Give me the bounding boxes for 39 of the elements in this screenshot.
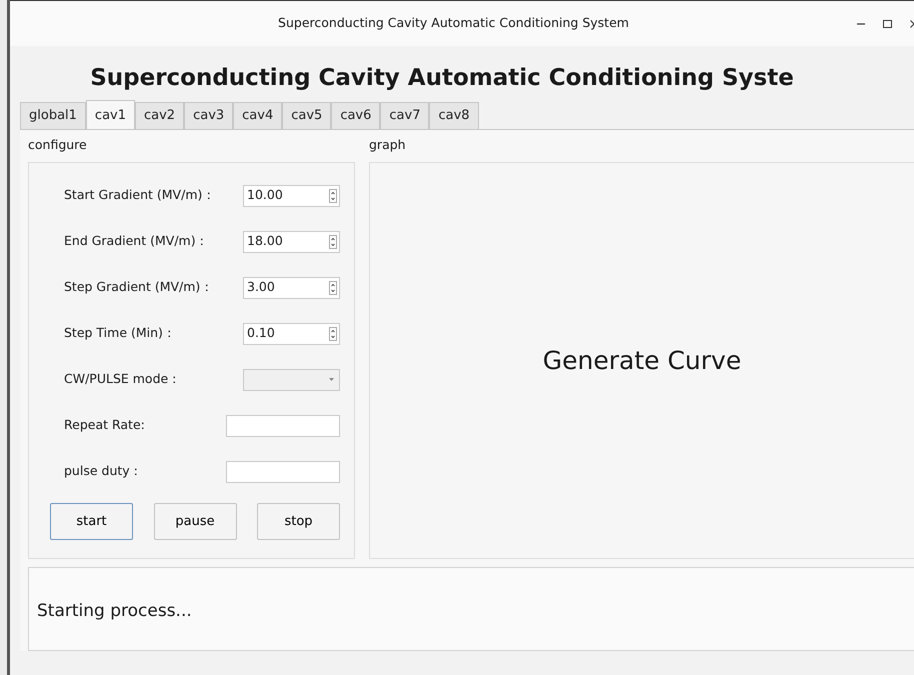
spin-arrows-icon[interactable] [329, 326, 337, 341]
field-label: CW/PULSE mode： [63, 370, 182, 388]
graph-caption: Generate Curve [542, 344, 742, 376]
action-button[interactable]: start [50, 502, 133, 540]
log-text: Starting process... [37, 600, 192, 623]
field-label: Step Time (Min)： [63, 324, 177, 342]
app-heading: Superconducting Cavity Automatic Conditioning Syste [89, 64, 795, 93]
spin-box[interactable]: 18.00 [243, 230, 340, 253]
group-label: configure [28, 136, 88, 154]
tab[interactable]: cav5 [282, 102, 332, 129]
tab[interactable]: cav3 [184, 102, 234, 129]
tab[interactable]: cav8 [429, 102, 479, 129]
caret-icon [329, 378, 334, 382]
action-button[interactable]: stop [257, 502, 340, 540]
minimize-icon[interactable] [857, 22, 865, 24]
maximize-icon[interactable] [883, 20, 892, 28]
group-label: graph [369, 136, 407, 154]
close-icon[interactable] [910, 20, 914, 28]
spin-box[interactable]: 3.00 [243, 276, 340, 299]
tab[interactable]: cav2 [135, 102, 184, 129]
field-label: Repeat Rate: [63, 416, 146, 434]
field-label: Start Gradient (MV/m)： [63, 186, 216, 204]
action-button[interactable]: pause [154, 502, 236, 540]
field-label: pulse duty： [63, 462, 144, 480]
input-field[interactable] [226, 414, 340, 437]
tab[interactable]: global1 [20, 102, 86, 129]
input-field[interactable] [226, 460, 340, 483]
spin-arrows-icon[interactable] [329, 234, 337, 249]
tab[interactable]: cav6 [331, 102, 380, 129]
window-title: Superconducting Cavity Automatic Conditioning System [277, 14, 630, 32]
spin-arrows-icon[interactable] [329, 188, 337, 203]
field-label: Step Gradient (MV/m)： [63, 278, 214, 296]
spin-arrows-icon[interactable] [329, 280, 337, 295]
tab[interactable]: cav4 [233, 102, 282, 129]
tab[interactable]: cav7 [380, 102, 430, 129]
spin-box[interactable]: 0.10 [243, 322, 340, 345]
tab[interactable]: cav1 [86, 100, 135, 129]
spin-box[interactable]: 10.00 [243, 184, 340, 207]
field-label: End Gradient (MV/m)： [63, 232, 210, 250]
